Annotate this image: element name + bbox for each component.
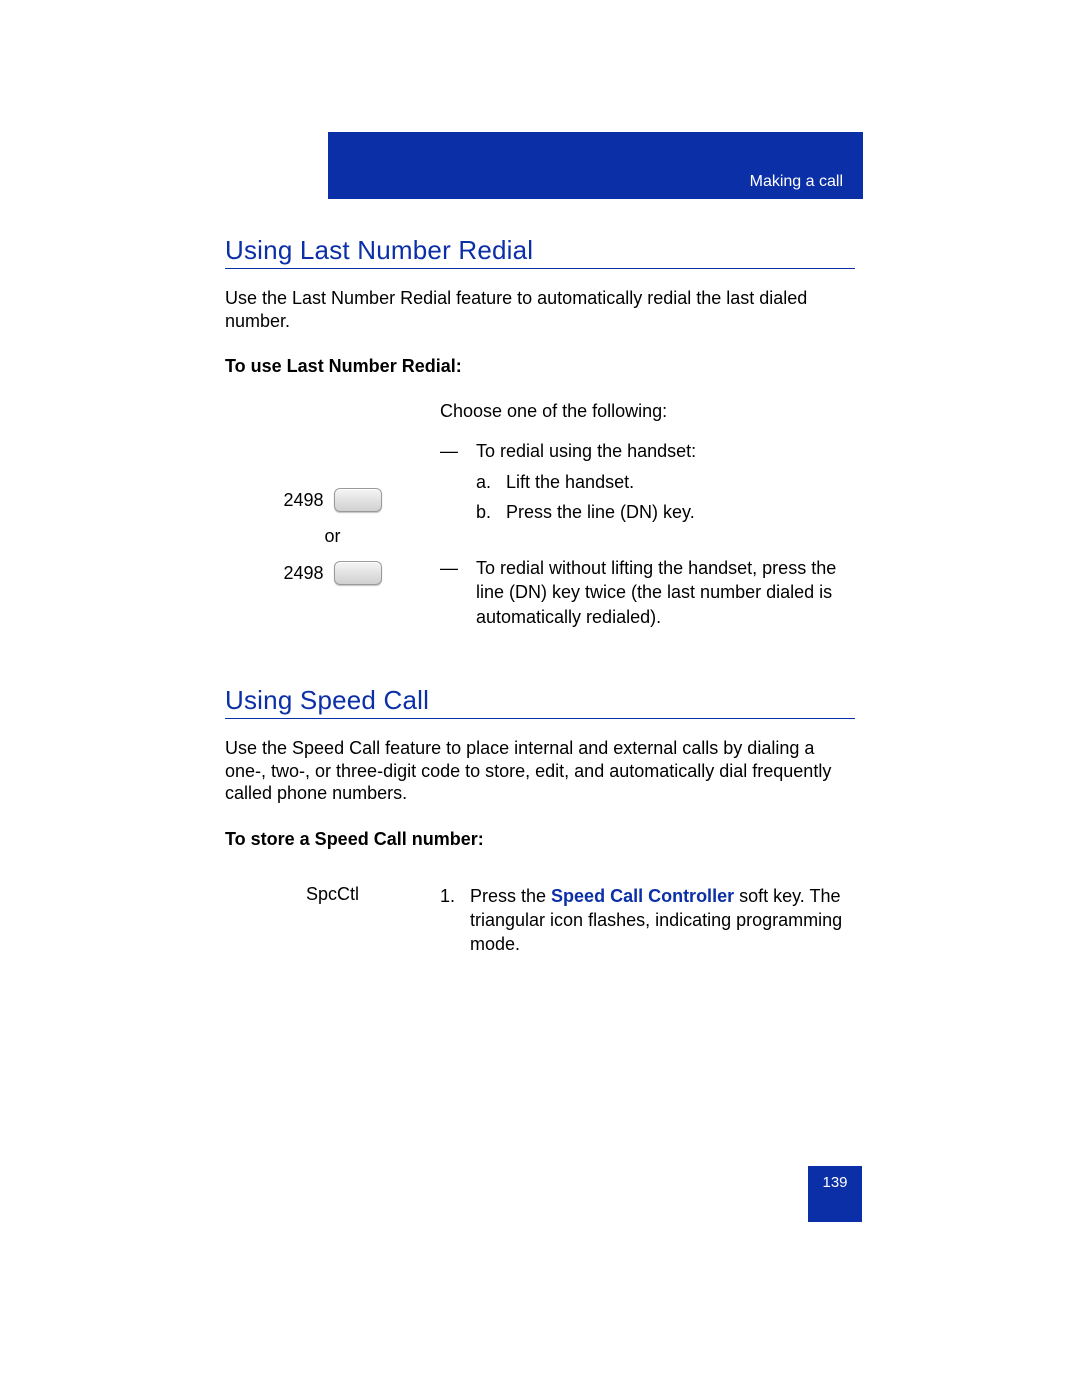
procedure-row-speedcall: SpcCtl 1. Press the Speed Call Controlle… (225, 884, 855, 957)
step-1-text: Press the Speed Call Controller soft key… (470, 884, 855, 957)
header-band: Making a call (328, 132, 863, 199)
step-b: b. Press the line (DN) key. (440, 500, 855, 524)
dn-key-label-2: 2498 (283, 563, 323, 584)
section-rule (225, 718, 855, 719)
step-b-marker: b. (476, 500, 506, 524)
content-area: Using Last Number Redial Use the Last Nu… (225, 215, 855, 956)
bullet-nohandset: — To redial without lifting the handset,… (440, 556, 855, 629)
dn-key-label-1: 2498 (283, 490, 323, 511)
procedure-heading-speedcall: To store a Speed Call number: (225, 829, 855, 850)
speed-call-controller-label: Speed Call Controller (551, 886, 734, 906)
procedure-heading-redial: To use Last Number Redial: (225, 356, 855, 377)
dash-icon: — (440, 556, 476, 629)
intro-paragraph-speedcall: Use the Speed Call feature to place inte… (225, 737, 855, 805)
breadcrumb: Making a call (750, 173, 843, 199)
page: Making a call Using Last Number Redial U… (0, 0, 1080, 1397)
choose-text: Choose one of the following: (440, 399, 855, 423)
spcctl-label: SpcCtl (225, 884, 440, 957)
intro-paragraph-redial: Use the Last Number Redial feature to au… (225, 287, 855, 332)
step-a-marker: a. (476, 470, 506, 494)
dn-key-button-icon (334, 488, 382, 512)
bullet-nohandset-text: To redial without lifting the handset, p… (476, 556, 855, 629)
dn-key-row-1: 2498 (283, 488, 381, 512)
step-1: 1. Press the Speed Call Controller soft … (440, 884, 855, 957)
step-1-marker: 1. (440, 884, 470, 957)
page-number-box: 139 (808, 1166, 862, 1222)
dn-key-row-2: 2498 (283, 561, 381, 585)
section-title-speedcall: Using Speed Call (225, 685, 855, 716)
dn-key-button-icon (334, 561, 382, 585)
procedure-right-redial: Choose one of the following: — To redial… (440, 399, 855, 633)
procedure-right-speedcall: 1. Press the Speed Call Controller soft … (440, 884, 855, 957)
or-text: or (225, 526, 440, 547)
bullet-handset: — To redial using the handset: (440, 439, 855, 463)
section-rule (225, 268, 855, 269)
step-a: a. Lift the handset. (440, 470, 855, 494)
section-title-redial: Using Last Number Redial (225, 235, 855, 266)
step-b-text: Press the line (DN) key. (506, 500, 855, 524)
step-1-pre: Press the (470, 886, 551, 906)
bullet-handset-text: To redial using the handset: (476, 439, 855, 463)
page-number: 139 (822, 1174, 847, 1191)
procedure-left-redial: 2498 or 2498 (225, 399, 440, 589)
dash-icon: — (440, 439, 476, 463)
step-a-text: Lift the handset. (506, 470, 855, 494)
procedure-row-redial: 2498 or 2498 Choose one of the following… (225, 399, 855, 633)
